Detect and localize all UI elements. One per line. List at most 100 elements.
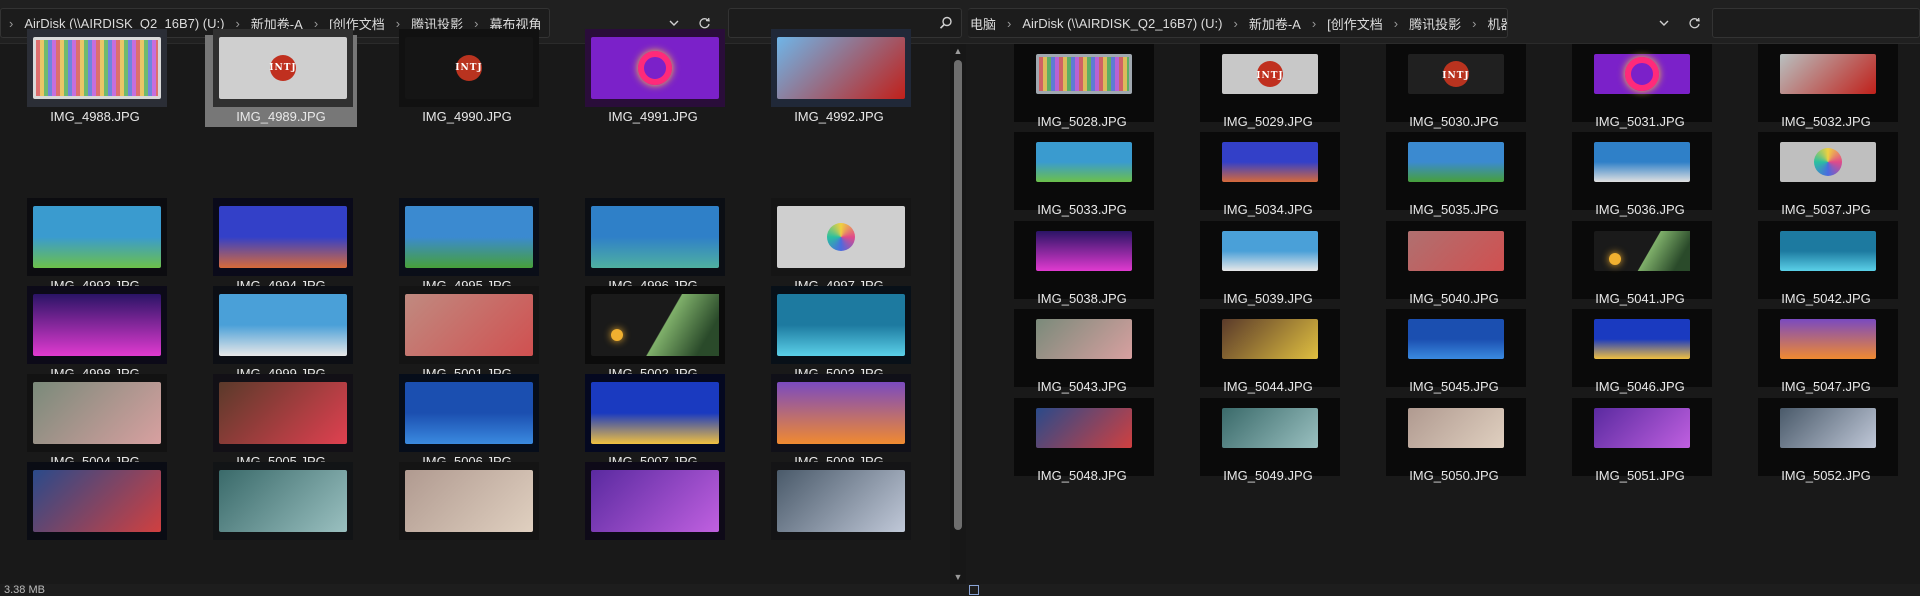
file-thumbnail[interactable]	[1014, 398, 1154, 476]
file-thumbnail[interactable]	[771, 29, 911, 107]
file-item[interactable]: IMG_5052.JPG	[1750, 398, 1902, 486]
file-thumbnail[interactable]	[213, 286, 353, 364]
file-item[interactable]	[763, 462, 915, 560]
file-thumbnail[interactable]	[27, 198, 167, 276]
file-item[interactable]: IMG_5051.JPG	[1564, 398, 1716, 486]
file-thumbnail[interactable]	[1200, 398, 1340, 476]
file-thumbnail[interactable]	[1572, 221, 1712, 299]
file-thumbnail[interactable]	[1758, 221, 1898, 299]
file-thumbnail[interactable]	[1014, 309, 1154, 387]
file-thumbnail[interactable]: INTJ	[399, 29, 539, 107]
file-thumbnail[interactable]	[1758, 309, 1898, 387]
file-item[interactable]: IMG_5028.JPG	[1006, 44, 1158, 132]
file-item[interactable]: IMG_5049.JPG	[1192, 398, 1344, 486]
file-thumbnail[interactable]	[1758, 132, 1898, 210]
file-item[interactable]: IMG_5005.JPG	[205, 374, 357, 472]
breadcrumb-volume[interactable]: 新加卷-A	[1247, 14, 1303, 33]
file-item[interactable]: IMG_5002.JPG	[577, 286, 729, 384]
file-thumbnail[interactable]	[399, 462, 539, 540]
file-thumbnail[interactable]	[771, 462, 911, 540]
file-thumbnail[interactable]	[1572, 398, 1712, 476]
file-item[interactable]: IMG_4991.JPG	[577, 29, 729, 127]
file-thumbnail[interactable]	[27, 462, 167, 540]
file-thumbnail[interactable]	[1014, 221, 1154, 299]
file-item[interactable]: IMG_5004.JPG	[19, 374, 171, 472]
file-thumbnail[interactable]	[399, 198, 539, 276]
file-item[interactable]: IMG_5035.JPG	[1378, 132, 1530, 220]
file-item[interactable]: IMG_5042.JPG	[1750, 221, 1902, 309]
file-thumbnail[interactable]	[1758, 44, 1898, 122]
file-item[interactable]: IMG_5040.JPG	[1378, 221, 1530, 309]
breadcrumb-docs[interactable]: [创作文档	[1325, 14, 1385, 33]
file-thumbnail[interactable]	[1200, 221, 1340, 299]
file-thumbnail[interactable]	[213, 374, 353, 452]
file-item[interactable]: IMG_4998.JPG	[19, 286, 171, 384]
file-item[interactable]: IMG_4988.JPG	[19, 29, 171, 127]
file-item[interactable]: IMG_5045.JPG	[1378, 309, 1530, 397]
file-item[interactable]: IMG_5047.JPG	[1750, 309, 1902, 397]
file-thumbnail[interactable]	[27, 374, 167, 452]
breadcrumb-drive[interactable]: AirDisk (\\AIRDISK_Q2_16B7) (U:)	[1020, 16, 1224, 31]
file-thumbnail[interactable]	[1758, 398, 1898, 476]
file-thumbnail[interactable]	[1386, 398, 1526, 476]
file-thumbnail[interactable]	[1200, 309, 1340, 387]
file-thumbnail[interactable]	[27, 29, 167, 107]
file-thumbnail[interactable]	[585, 29, 725, 107]
file-item[interactable]: IMG_5034.JPG	[1192, 132, 1344, 220]
file-item[interactable]: IMG_5046.JPG	[1564, 309, 1716, 397]
scrollbar-thumb[interactable]	[954, 60, 962, 530]
file-item[interactable]: IMG_5044.JPG	[1192, 309, 1344, 397]
file-thumbnail[interactable]	[1200, 132, 1340, 210]
file-thumbnail[interactable]	[585, 286, 725, 364]
file-item[interactable]: IMG_5008.JPG	[763, 374, 915, 472]
file-thumbnail[interactable]	[399, 374, 539, 452]
left-vertical-scrollbar[interactable]: ▲ ▼	[950, 44, 966, 584]
file-item[interactable]	[19, 462, 171, 560]
file-item[interactable]: IMG_5031.JPG	[1564, 44, 1716, 132]
file-item[interactable]: IMG_5037.JPG	[1750, 132, 1902, 220]
file-thumbnail[interactable]	[1386, 221, 1526, 299]
file-thumbnail[interactable]	[771, 374, 911, 452]
file-item[interactable]	[577, 462, 729, 560]
file-thumbnail[interactable]: INTJ	[1386, 44, 1526, 122]
file-item[interactable]: IMG_4996.JPG	[577, 198, 729, 296]
file-thumbnail[interactable]	[585, 374, 725, 452]
file-item[interactable]: INTJ IMG_4989.JPG	[205, 29, 357, 127]
refresh-icon[interactable]	[1680, 8, 1708, 38]
scroll-down-arrow-icon[interactable]: ▼	[950, 570, 966, 584]
file-item[interactable]: INTJ IMG_4990.JPG	[391, 29, 543, 127]
file-item[interactable]: IMG_4995.JPG	[391, 198, 543, 296]
file-item[interactable]: INTJ IMG_5030.JPG	[1378, 44, 1530, 132]
search-icon[interactable]	[937, 14, 955, 32]
file-item[interactable]: IMG_5001.JPG	[391, 286, 543, 384]
details-view-icon[interactable]	[969, 585, 979, 595]
file-thumbnail[interactable]	[771, 286, 911, 364]
file-item[interactable]: IMG_5041.JPG	[1564, 221, 1716, 309]
file-item[interactable]: IMG_5038.JPG	[1006, 221, 1158, 309]
right-search-input[interactable]	[1713, 9, 1919, 37]
file-item[interactable]: IMG_5039.JPG	[1192, 221, 1344, 309]
right-search-box[interactable]	[1712, 8, 1920, 38]
file-item[interactable]: INTJ IMG_5029.JPG	[1192, 44, 1344, 132]
file-thumbnail[interactable]	[1572, 132, 1712, 210]
file-thumbnail[interactable]	[585, 462, 725, 540]
file-item[interactable]	[391, 462, 543, 560]
file-item[interactable]: IMG_5043.JPG	[1006, 309, 1158, 397]
file-thumbnail[interactable]: INTJ	[213, 29, 353, 107]
file-item[interactable]: IMG_5007.JPG	[577, 374, 729, 472]
address-history-dropdown-icon[interactable]	[1650, 8, 1678, 38]
breadcrumb-current[interactable]: 机器视角	[1486, 14, 1508, 33]
file-item[interactable]: IMG_4999.JPG	[205, 286, 357, 384]
file-item[interactable]: IMG_4997.JPG	[763, 198, 915, 296]
scroll-up-arrow-icon[interactable]: ▲	[950, 44, 966, 58]
file-thumbnail[interactable]	[1572, 44, 1712, 122]
file-item[interactable]: IMG_5003.JPG	[763, 286, 915, 384]
right-address-bar[interactable]: 电脑 › AirDisk (\\AIRDISK_Q2_16B7) (U:) › …	[968, 8, 1508, 38]
file-item[interactable]: IMG_5032.JPG	[1750, 44, 1902, 132]
file-thumbnail[interactable]: INTJ	[1200, 44, 1340, 122]
file-item[interactable]: IMG_5036.JPG	[1564, 132, 1716, 220]
breadcrumb-projection[interactable]: 腾讯投影	[1407, 14, 1463, 33]
file-thumbnail[interactable]	[213, 198, 353, 276]
file-thumbnail[interactable]	[213, 462, 353, 540]
file-item[interactable]: IMG_5048.JPG	[1006, 398, 1158, 486]
